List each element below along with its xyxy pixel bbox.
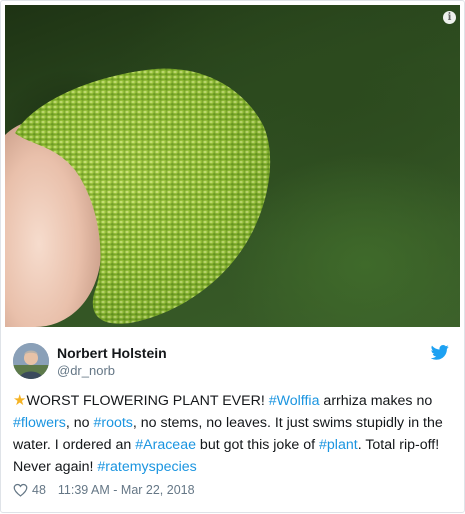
hashtag-link[interactable]: #flowers [13, 415, 66, 431]
avatar-image [13, 343, 49, 379]
tweet-body: ★WORST FLOWERING PLANT EVER! #Wolffia ar… [13, 390, 451, 478]
hashtag-link[interactable]: #ratemyspecies [97, 459, 196, 475]
tweet-text-segment: WORST FLOWERING PLANT EVER! [26, 393, 269, 409]
photo-illustration [5, 68, 271, 327]
embedded-tweet-card: i Norbert Holstein @dr_norb ★WORST FLOWE… [0, 0, 465, 513]
hashtag-link[interactable]: #plant [319, 437, 358, 453]
hashtag-link[interactable]: #Araceae [135, 437, 196, 453]
tweet-footer: 48 11:39 AM - Mar 22, 2018 [13, 481, 195, 499]
tweet-header: Norbert Holstein @dr_norb [13, 341, 453, 381]
like-count[interactable]: 48 [32, 483, 46, 497]
avatar[interactable] [13, 343, 49, 379]
heart-icon[interactable] [13, 483, 28, 497]
tweet-text-segment: arrhiza makes no [319, 393, 433, 409]
author-name[interactable]: Norbert Holstein [57, 345, 167, 361]
tweet-timestamp[interactable]: 11:39 AM - Mar 22, 2018 [58, 483, 195, 497]
tweet-text-segment: , no [65, 415, 94, 431]
hashtag-link[interactable]: #roots [93, 415, 132, 431]
tweet-photo[interactable]: i [5, 5, 460, 327]
tweet-text-segment: but got this joke of [195, 437, 320, 453]
twitter-bird-icon[interactable] [431, 345, 449, 360]
hashtag-link[interactable]: #Wolffia [269, 393, 320, 409]
info-icon[interactable]: i [443, 11, 456, 24]
star-icon: ★ [13, 392, 27, 409]
author-handle[interactable]: @dr_norb [57, 363, 115, 378]
